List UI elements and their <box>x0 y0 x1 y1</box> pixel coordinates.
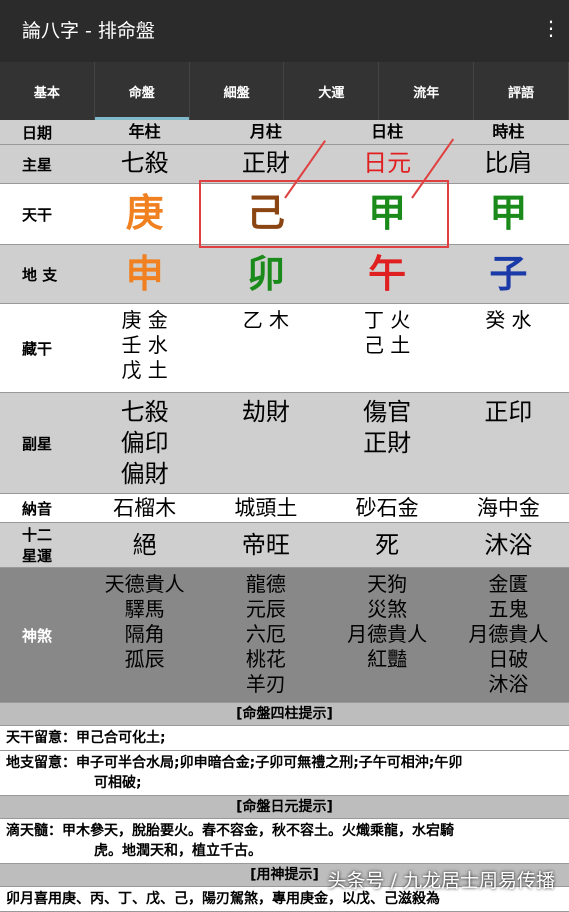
xingyun-cell: 帝旺 <box>241 531 290 559</box>
nayin-row: 納音 石榴木 城頭土 砂石金 海中金 <box>0 494 569 523</box>
canggan-item: 乙 木 <box>242 308 290 332</box>
xingyun-cell: 沐浴 <box>484 531 533 559</box>
header-col: 日柱 <box>371 122 404 141</box>
xingyun-cell: 死 <box>375 531 400 559</box>
shensha-item: 金匱 <box>488 572 529 596</box>
row-label: 神煞 <box>22 626 53 645</box>
canggan-item: 癸 水 <box>485 308 532 332</box>
canggan-item: 壬 水 <box>121 333 168 357</box>
fuxing-cell: 傷官 正財 <box>327 393 448 493</box>
row-label: 納音 <box>22 499 53 518</box>
shensha-item: 驛馬 <box>124 597 165 621</box>
tiangan-note: 天干留意：甲己合可化土; <box>0 726 569 751</box>
shensha-cell: 龍德 元辰 六厄 桃花 羊刃 <box>205 568 326 702</box>
shensha-item: 孤辰 <box>124 647 165 671</box>
shensha-item: 災煞 <box>367 597 408 621</box>
main_star-cell: 七殺 <box>120 149 169 177</box>
canggan-item: 己 土 <box>363 333 411 357</box>
app-title: 論八字 - 排命盤 <box>22 20 155 42</box>
row-label: 天干 <box>22 205 53 224</box>
shensha-item: 月德貴人 <box>468 622 549 646</box>
highlight-box <box>199 180 449 248</box>
fuxing-cell: 正印 <box>448 393 569 493</box>
dizhi-cell: 午 <box>368 252 407 296</box>
shensha-item: 天狗 <box>367 572 408 596</box>
fuxing-item: 正印 <box>484 398 533 426</box>
nayin-cell: 城頭土 <box>234 496 298 520</box>
fuxing-row: 副星 七殺偏印偏財 劫財 傷官正財 正印 <box>0 393 569 494</box>
dizhi-cell: 子 <box>489 252 528 296</box>
fuxing-item: 傷官 <box>363 398 412 426</box>
nayin-cell: 海中金 <box>476 496 540 520</box>
shensha-item: 天德貴人 <box>104 572 185 596</box>
nayin-cell: 砂石金 <box>355 496 419 520</box>
main-star-row: 主星 七殺 正財 日元 比肩 <box>0 145 569 184</box>
tiangan-cell: 庚 <box>125 191 164 235</box>
header-col: 年柱 <box>128 122 161 141</box>
shensha-cell: 天狗 災煞 月德貴人 紅豔 <box>327 568 448 702</box>
shensha-cell: 金匱 五鬼 月德貴人 日破 沐浴 <box>448 568 569 702</box>
shensha-item: 日破 <box>488 647 529 671</box>
row-label: 藏干 <box>22 339 53 358</box>
tab-0[interactable]: 基本 <box>0 62 95 120</box>
header-col: 月柱 <box>249 122 282 141</box>
canggan-item: 庚 金 <box>121 308 168 332</box>
nayin-cell: 石榴木 <box>113 496 177 520</box>
shensha-item: 紅豔 <box>367 647 408 671</box>
tab-3[interactable]: 大運 <box>284 62 380 120</box>
canggan-cell: 癸 水 <box>448 304 569 392</box>
canggan-cell: 丁 火己 土 <box>327 304 448 392</box>
dizhi-note: 地支留意：申子可半合水局;卯申暗合金;子卯可無禮之刑;子午可相沖;午卯 可相破; <box>0 751 569 796</box>
canggan-row: 藏干 庚 金壬 水戊 土 乙 木 丁 火己 土 癸 水 <box>0 304 569 393</box>
watermark: 头条号 / 九龙居士周易传播 <box>327 870 555 892</box>
fuxing-cell: 七殺 偏印 偏財 <box>84 393 205 493</box>
shensha-item: 沐浴 <box>488 672 529 696</box>
dayuan-hint-header: [命盤日元提示] <box>0 796 569 819</box>
shensha-item: 元辰 <box>245 597 286 621</box>
shensha-item: 羊刃 <box>245 672 286 696</box>
main_star-cell: 日元 <box>363 149 412 177</box>
fuxing-item: 劫財 <box>241 398 290 426</box>
canggan-item: 丁 火 <box>363 308 411 332</box>
row-label: 十二 星運 <box>22 526 53 565</box>
pillars-hint-header: [命盤四柱提示] <box>0 703 569 726</box>
main_star-cell: 比肩 <box>484 149 533 177</box>
row-label: 地 支 <box>22 265 58 284</box>
fuxing-item: 偏財 <box>120 460 169 488</box>
tab-2[interactable]: 細盤 <box>190 62 285 120</box>
canggan-item: 戊 土 <box>121 358 168 382</box>
tab-bar: 基本 命盤 細盤 大運 流年 評語 <box>0 62 569 120</box>
fuxing-item: 七殺 <box>120 398 169 426</box>
header-label: 日期 <box>22 123 53 142</box>
tab-5[interactable]: 評語 <box>474 62 569 120</box>
header-col: 時柱 <box>492 122 525 141</box>
tab-1[interactable]: 命盤 <box>94 62 190 120</box>
app-bar: 論八字 - 排命盤 ⋮ <box>0 0 569 62</box>
shensha-item: 龍德 <box>245 572 286 596</box>
more-menu-icon[interactable]: ⋮ <box>541 16 561 40</box>
shensha-item: 桃花 <box>245 647 286 671</box>
tab-4[interactable]: 流年 <box>379 62 475 120</box>
shensha-item: 月德貴人 <box>347 622 428 646</box>
fuxing-cell: 劫財 <box>205 393 326 493</box>
shensha-row: 神煞 天德貴人 驛馬 隔角 孤辰 龍德 元辰 六厄 桃花 羊刃 天狗 災煞 月德貴人 紅豔 金匱 五鬼 月德貴人… <box>0 568 569 703</box>
tiangan-cell: 甲 <box>489 191 528 235</box>
canggan-cell: 庚 金壬 水戊 土 <box>84 304 205 392</box>
dizhi-cell: 申 <box>125 252 164 296</box>
canggan-cell: 乙 木 <box>205 304 326 392</box>
row-label: 主星 <box>22 155 53 174</box>
shensha-item: 五鬼 <box>488 597 529 621</box>
dizhi-cell: 卯 <box>246 252 285 296</box>
header-row: 日期 年柱 月柱 日柱 時柱 <box>0 120 569 145</box>
xingyun-row: 十二 星運 絕 帝旺 死 沐浴 <box>0 523 569 568</box>
fuxing-item: 正財 <box>363 429 412 457</box>
fuxing-item: 偏印 <box>120 429 169 457</box>
ditian-note: 滴天髓：甲木參天，脫胎要火。春不容金，秋不容土。火熾乘龍，水宕騎 虎。地潤天和，… <box>0 819 569 864</box>
xingyun-cell: 絕 <box>132 531 157 559</box>
shensha-item: 六厄 <box>245 622 286 646</box>
dizhi-row: 地 支申卯午子 <box>0 245 569 304</box>
shensha-item: 隔角 <box>124 622 165 646</box>
shensha-cell: 天德貴人 驛馬 隔角 孤辰 <box>84 568 205 702</box>
row-label: 副星 <box>22 434 53 453</box>
